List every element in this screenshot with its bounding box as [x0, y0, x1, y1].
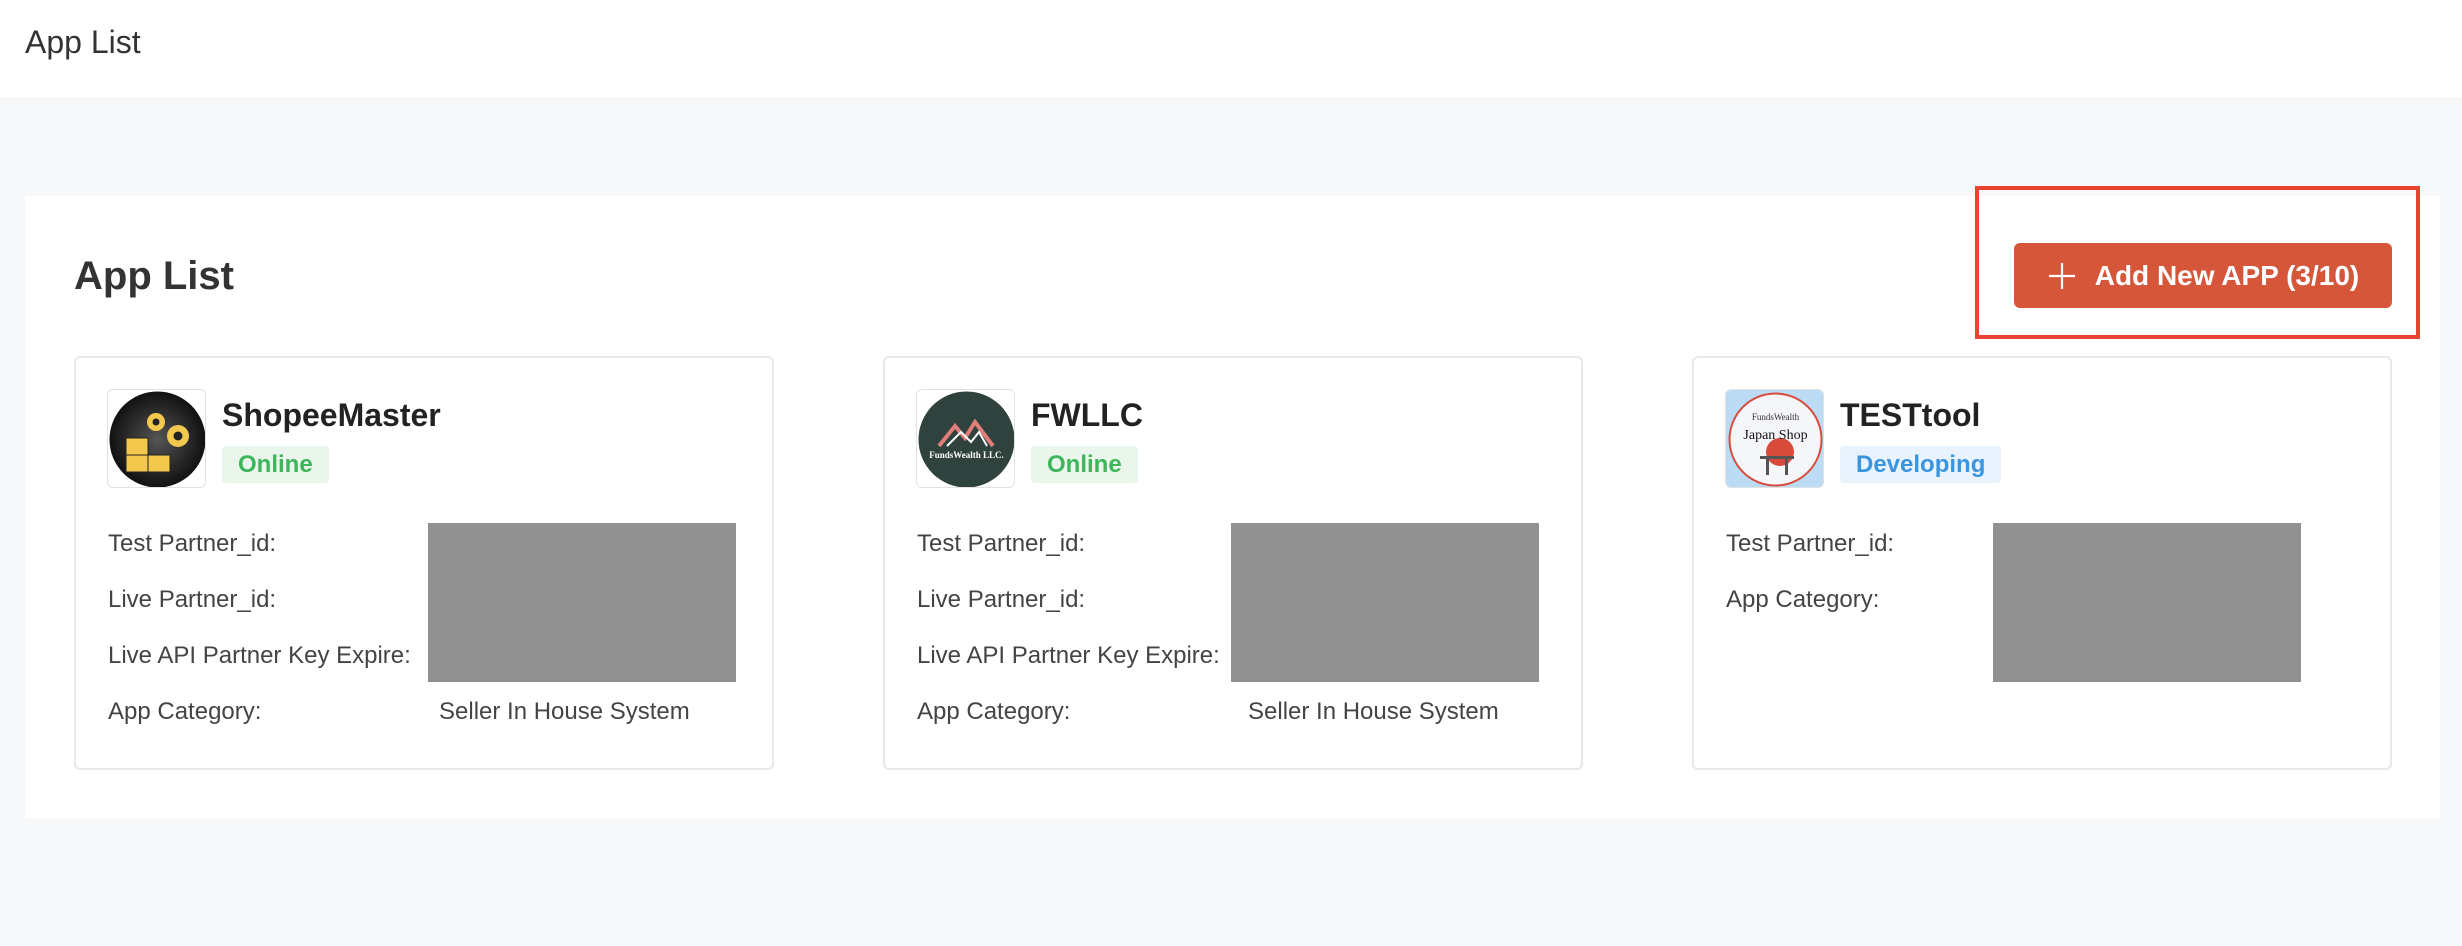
- page-title: App List: [25, 24, 141, 60]
- add-new-app-button[interactable]: Add New APP (3/10): [2014, 243, 2392, 308]
- app-logo: [107, 389, 206, 488]
- logo-text-main: Japan Shop: [1743, 428, 1808, 443]
- app-logo: FundsWealth LLC.: [916, 389, 1015, 488]
- logo-text-top: FundsWealth: [1751, 412, 1800, 422]
- status-badge: Developing: [1840, 446, 2002, 483]
- status-badge: Online: [222, 446, 329, 483]
- mountain-logo-icon: [918, 391, 1014, 487]
- test-partner-id-label: Test Partner_id:: [108, 530, 277, 557]
- app-category-value: Seller In House System: [439, 698, 690, 725]
- app-name: ShopeeMaster: [222, 397, 441, 433]
- app-category-label: App Category:: [917, 698, 1071, 725]
- live-partner-id-label: Live Partner_id:: [917, 586, 1086, 613]
- app-logo: FundsWealth Japan Shop: [1725, 389, 1824, 488]
- top-bar: App List: [0, 0, 2462, 97]
- app-card-testtool[interactable]: FundsWealth Japan Shop TESTtool Developi…: [1692, 356, 2392, 770]
- app-name: TESTtool: [1840, 397, 1981, 433]
- panel-title: App List: [74, 254, 234, 298]
- redacted-values: [1231, 523, 1539, 682]
- app-category-value: Seller In House System: [1248, 698, 1499, 725]
- gears-boxes-icon: [109, 391, 205, 487]
- app-name: FWLLC: [1031, 397, 1143, 433]
- add-new-app-label: Add New APP (3/10): [2094, 259, 2360, 291]
- app-category-label: App Category:: [1726, 586, 1880, 613]
- live-key-expire-label: Live API Partner Key Expire:: [108, 642, 411, 669]
- live-partner-id-label: Live Partner_id:: [108, 586, 277, 613]
- app-category-label: App Category:: [108, 698, 262, 725]
- app-card-fwllc[interactable]: FundsWealth LLC. FWLLC Online Test Partn…: [883, 356, 1583, 770]
- live-key-expire-label: Live API Partner Key Expire:: [917, 642, 1220, 669]
- app-card-shopeemaster[interactable]: ShopeeMaster Online Test Partner_id: Liv…: [74, 356, 774, 770]
- status-badge: Online: [1031, 446, 1138, 483]
- redacted-values: [1993, 523, 2301, 682]
- test-partner-id-label: Test Partner_id:: [1726, 530, 1895, 557]
- logo-text: FundsWealth LLC.: [929, 450, 1004, 460]
- plus-icon: [2048, 262, 2075, 289]
- redacted-values: [428, 523, 736, 682]
- test-partner-id-label: Test Partner_id:: [917, 530, 1086, 557]
